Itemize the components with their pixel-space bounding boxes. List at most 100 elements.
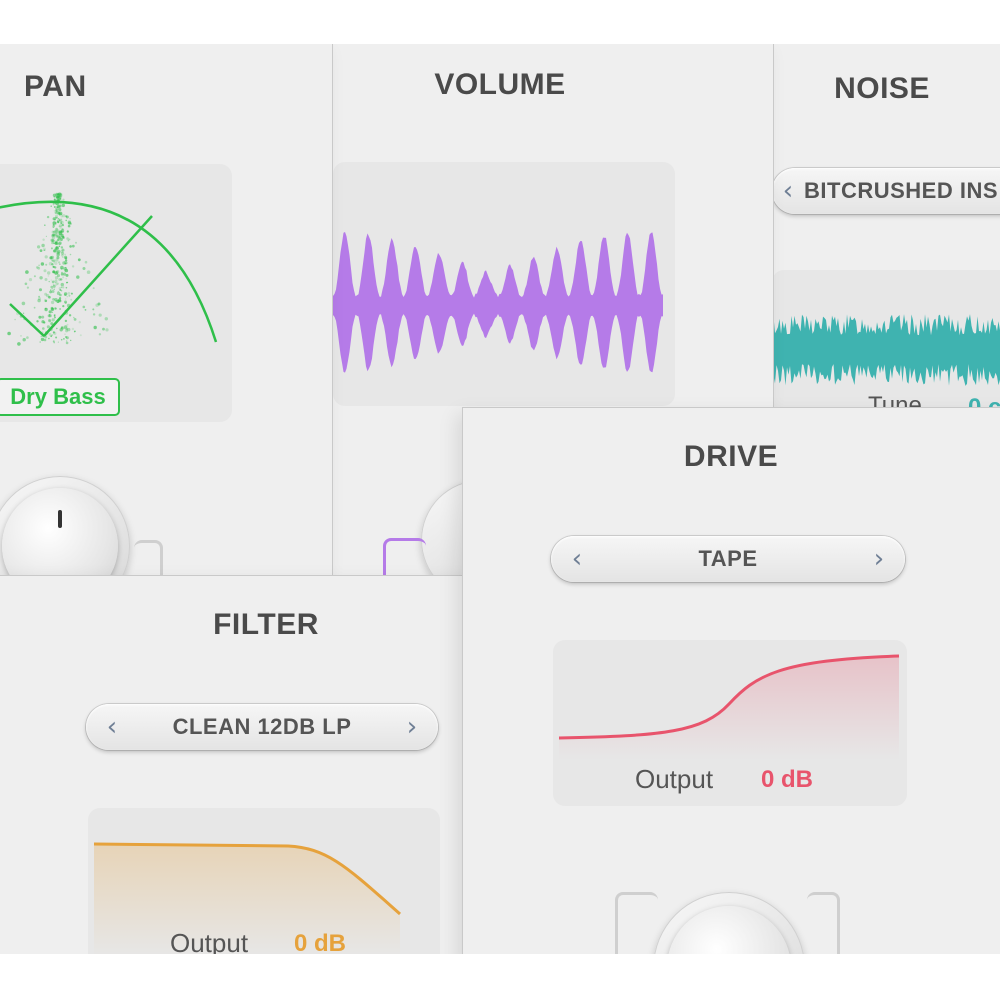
pan-scope-dot (38, 264, 40, 267)
pan-scope-dot (57, 193, 60, 196)
pan-scope-dot (50, 335, 53, 338)
pan-scope-dot (65, 298, 67, 300)
pan-scope-dot (53, 210, 56, 212)
pan-scope-dot (58, 218, 60, 220)
pan-scope-dot (50, 238, 54, 242)
drive-knob-cap[interactable] (667, 906, 791, 954)
pan-scope-dot (51, 311, 54, 313)
filter-display: Output 0 dB (88, 808, 440, 954)
noise-title: NOISE (834, 72, 930, 105)
pan-scope-dot (17, 342, 21, 346)
pan-scope-dot (60, 282, 65, 287)
pan-scope-dot (62, 272, 66, 276)
chevron-right-icon[interactable]: › (392, 704, 432, 750)
pan-scope-dot (43, 321, 46, 324)
pan-scope-dot (45, 235, 47, 237)
pan-scope-dot (61, 223, 65, 227)
pan-scope-dot (55, 246, 58, 249)
pan-scope-dot (52, 226, 55, 228)
pan-scope-dot (69, 217, 71, 220)
pan-scope-dot (51, 234, 54, 237)
pan-scope-dot (64, 300, 67, 304)
drive-output-value: 0 dB (761, 766, 814, 793)
pan-scope-dot (47, 314, 51, 318)
pan-display: Dry Bass (0, 164, 232, 422)
pan-scope-dot (61, 203, 66, 208)
pan-scope-dot (54, 261, 58, 265)
pan-scope-dot (50, 300, 55, 305)
noise-preset-selector[interactable]: ‹ BITCRUSHED INS (772, 168, 1000, 214)
drive-panel: DRIVE ‹ TAPE › Output 0 dB (463, 408, 1000, 954)
pan-scope-dot (64, 253, 66, 256)
pan-scope-dot (55, 336, 58, 339)
pan-scope-dot (52, 340, 55, 343)
pan-knob-cap[interactable] (2, 488, 118, 584)
pan-knob[interactable] (0, 476, 130, 584)
pan-source-badge[interactable]: Dry Bass (0, 378, 120, 416)
pan-scope-dot (42, 247, 46, 251)
pan-scope-dot (65, 266, 67, 269)
pan-scope-dot (59, 219, 63, 223)
drive-preset-selector[interactable]: ‹ TAPE › (551, 536, 905, 582)
pan-scope-dot (63, 237, 65, 240)
pan-scope-dot (51, 317, 56, 322)
pan-scope-dot (63, 338, 65, 340)
pan-scope-dot (93, 325, 97, 330)
pan-scope-dot (41, 315, 45, 319)
filter-preset-selector[interactable]: ‹ CLEAN 12DB LP › (86, 704, 438, 750)
pan-scope-dot (33, 306, 36, 309)
pan-scope-dot (64, 268, 69, 273)
pan-scope-dot (63, 327, 65, 329)
pan-scope-dot (42, 238, 45, 241)
pan-scope-dot (21, 301, 26, 306)
pan-scope-dot (58, 261, 61, 264)
pan-scope-dot (46, 325, 50, 329)
pan-scope-dot (47, 275, 50, 277)
pan-scope-dot (54, 229, 59, 234)
filter-output-label: Output (170, 928, 249, 954)
pan-scope-dot (58, 278, 62, 281)
pan-scope-dot (43, 269, 47, 273)
pan-scope-dot (55, 203, 57, 205)
pan-scope-dot (53, 314, 56, 316)
pan-scope-dot (40, 335, 42, 338)
pan-scope-dot (51, 290, 55, 293)
pan-scope-dot (65, 340, 68, 342)
pan-scope-dot (56, 211, 60, 215)
pan-scope-dot (60, 214, 64, 218)
pan-scope-dot (70, 339, 72, 342)
pan-scope-dot (59, 293, 62, 297)
pan-scope-dot (44, 224, 46, 226)
pan-scope-dot (62, 256, 64, 258)
pan-scope-dot (51, 280, 55, 284)
pan-scope-dot (67, 224, 71, 228)
pan-scope-dot (14, 318, 16, 321)
pan-scope-dot (71, 327, 75, 331)
pan-scope-dot (67, 239, 70, 242)
pan-scope-dot (65, 336, 67, 338)
chevron-left-icon[interactable]: ‹ (772, 168, 808, 214)
pan-scope-dot (62, 276, 65, 279)
pan-scope-dot (55, 206, 58, 209)
pan-scope-dot (37, 297, 41, 301)
pan-scope-dot (58, 231, 63, 235)
pan-scope-dot (48, 319, 52, 323)
pan-scope-dot (79, 334, 82, 337)
pan-scope-dot (62, 305, 65, 308)
pan-scope-dot (46, 294, 50, 298)
pan-scope-dot (37, 245, 41, 249)
pan-scope-dot (66, 323, 69, 326)
pan-scope-dot (48, 310, 52, 314)
chevron-right-icon[interactable]: › (859, 536, 899, 582)
filter-curve (93, 842, 401, 954)
pan-scope-dot (78, 321, 82, 324)
pan-scope-dot (44, 299, 48, 303)
pan-scope-dot (53, 198, 56, 201)
plugin-collage: NOISE ‹ BITCRUSHED INS Tune 0 c VOLUME P… (0, 44, 1000, 954)
pan-scope-dot (58, 299, 62, 303)
pan-scope-dot (60, 326, 64, 329)
pan-scope-dot (58, 245, 61, 248)
pan-scope-dot (51, 259, 54, 262)
drive-knob[interactable] (653, 892, 805, 954)
pan-scope-dot (54, 316, 56, 319)
